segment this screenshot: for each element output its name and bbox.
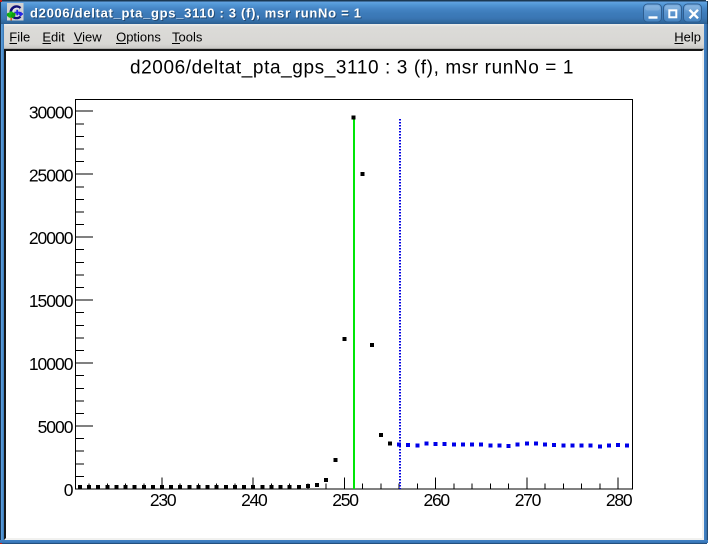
svg-text:Edit: Edit [42,29,65,44]
svg-text:260: 260 [424,490,451,510]
svg-text:280: 280 [606,490,633,510]
svg-text:30000: 30000 [29,102,74,122]
svg-text:d2006/deltat_pta_gps_3110 : 3: d2006/deltat_pta_gps_3110 : 3 (f), msr r… [30,5,362,20]
svg-text:5000: 5000 [38,417,74,437]
svg-text:240: 240 [241,490,268,510]
svg-text:20000: 20000 [29,228,74,248]
svg-text:File: File [9,29,30,44]
svg-text:Options: Options [116,29,161,44]
svg-text:270: 270 [515,490,542,510]
svg-text:View: View [74,29,103,44]
svg-text:25000: 25000 [29,165,74,185]
svg-text:15000: 15000 [29,291,74,311]
svg-text:0: 0 [64,480,74,500]
svg-text:10000: 10000 [29,354,74,374]
svg-text:Help: Help [674,29,701,44]
svg-text:250: 250 [332,490,359,510]
svg-text:d2006/deltat_pta_gps_3110 : 3: d2006/deltat_pta_gps_3110 : 3 (f), msr r… [130,58,574,79]
svg-text:230: 230 [150,490,177,510]
svg-text:Tools: Tools [172,29,203,44]
